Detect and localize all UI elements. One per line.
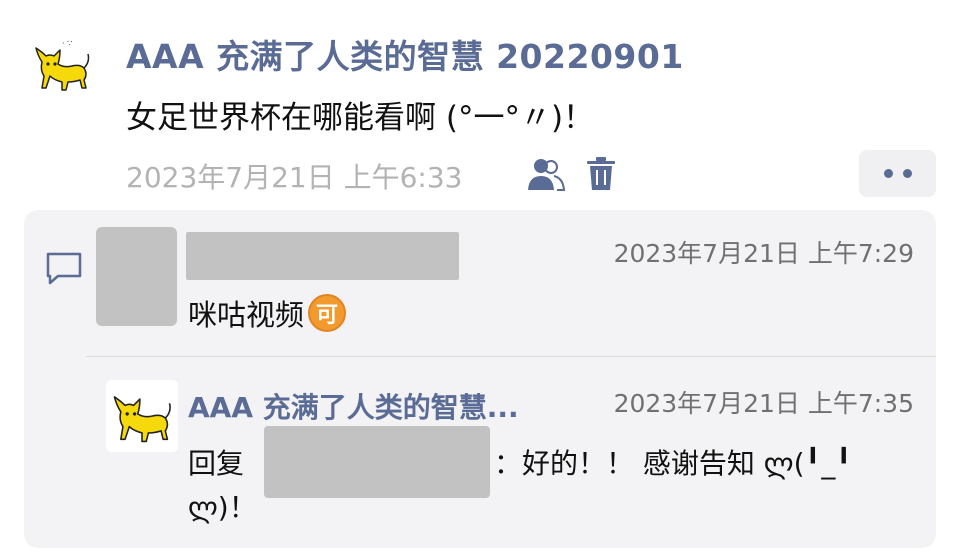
cat-avatar-icon: · ∵ [28,32,96,100]
comment-bubble-icon [44,248,84,288]
dot [902,169,912,178]
reply-prefix: 回复 [188,447,245,480]
commenter-name-redacted[interactable] [186,232,459,280]
people-icon[interactable] [526,155,566,193]
post-author-name[interactable]: AAA 充满了人类的智慧 20220901 [126,30,684,78]
post-timestamp: 2023年7月21日 上午6:33 [126,161,463,194]
post-author-avatar[interactable]: · ∵ [28,32,96,100]
cat-avatar-icon [106,380,178,452]
divider [86,356,936,357]
comment-timestamp: 2023年7月21日 上午7:29 [613,239,914,268]
comment-text-content: 咪咕视频 [188,298,305,332]
commenter-avatar-redacted[interactable] [96,227,177,326]
comment-text[interactable]: 咪咕视频 可 [188,292,347,334]
post-text: 女足世界杯在哪能看啊 (°一°〃)！ [126,100,595,136]
reply-timestamp: 2023年7月21日 上午7:35 [613,389,914,418]
trash-icon[interactable] [583,155,619,193]
svg-text:· ∵: · ∵ [62,39,72,48]
dot [883,169,893,178]
more-dots-icon[interactable] [859,150,936,197]
reply-text: ：好的！！ 感谢告知 ლ(╹_╹ [494,447,853,480]
reply-mention-redacted[interactable] [264,426,490,498]
reply-text-continued: ლ)！ [188,491,257,524]
reply-author-avatar[interactable] [106,380,178,452]
ke-emoji-icon: 可 [308,294,347,332]
comment-panel: 2023年7月21日 上午7:29 咪咕视频 可 AAA 充满了人类的智慧...… [24,210,936,548]
reply-author-name[interactable]: AAA 充满了人类的智慧... [188,386,578,426]
